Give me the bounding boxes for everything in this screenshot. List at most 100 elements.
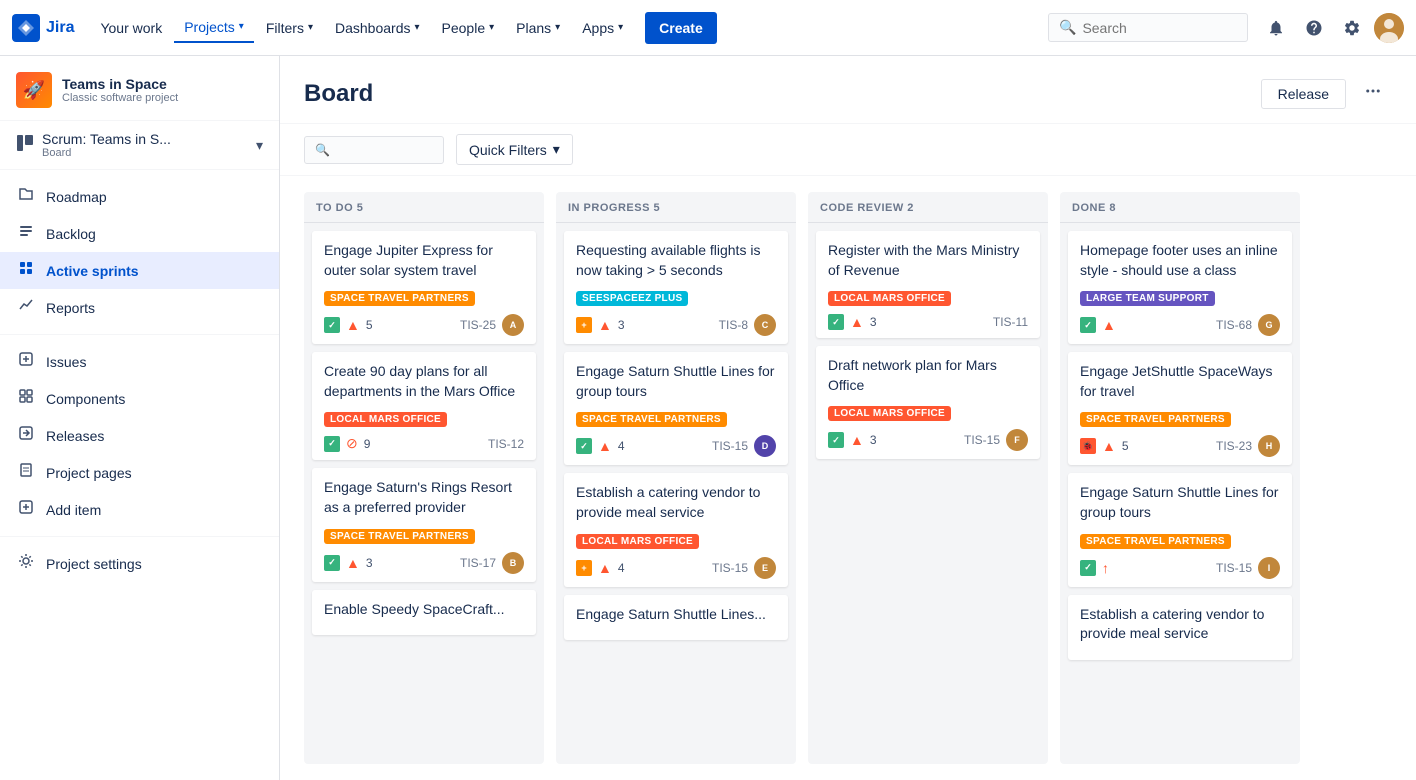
user-avatar[interactable] (1374, 13, 1404, 43)
releases-icon (16, 425, 36, 446)
sidebar-item-active-sprints[interactable]: Active sprints (0, 252, 279, 289)
notifications-icon[interactable] (1260, 12, 1292, 44)
add-item-icon (16, 499, 36, 520)
issue-type-icon: ✓ (324, 317, 340, 333)
release-button[interactable]: Release (1261, 79, 1346, 109)
table-row[interactable]: Establish a catering vendor to provide m… (564, 473, 788, 586)
table-row[interactable]: Engage Saturn Shuttle Lines for group to… (564, 352, 788, 465)
issue-type-icon: ✓ (324, 436, 340, 452)
project-info: Teams in Space Classic software project (62, 76, 178, 104)
board-search-icon: 🔍 (315, 143, 330, 157)
main-content: Board Release 🔍 Quick Filters ▾ (280, 56, 1416, 780)
table-row[interactable]: Engage Saturn Shuttle Lines for group to… (1068, 473, 1292, 586)
sidebar-divider-2 (0, 536, 279, 537)
sidebar-item-project-pages[interactable]: Project pages (0, 454, 279, 491)
sidebar-item-reports[interactable]: Reports (0, 289, 279, 326)
settings-icon[interactable] (1336, 12, 1368, 44)
card-title: Engage Saturn Shuttle Lines for group to… (1080, 483, 1280, 522)
priority-icon: ▲ (1102, 317, 1116, 333)
priority-icon: ▲ (598, 438, 612, 454)
table-row[interactable]: Create 90 day plans for all departments … (312, 352, 536, 460)
table-row[interactable]: Enable Speedy SpaceCraft... (312, 590, 536, 636)
active-sprints-icon (16, 260, 36, 281)
issue-id: TIS-8 (719, 318, 748, 332)
table-row[interactable]: Register with the Mars Ministry of Reven… (816, 231, 1040, 338)
search-box[interactable]: 🔍 (1048, 13, 1248, 42)
priority-icon: ▲ (346, 555, 360, 571)
sidebar-item-add-item[interactable]: Add item (0, 491, 279, 528)
column-cards-codereview: Register with the Mars Ministry of Reven… (808, 223, 1048, 764)
board-column-todo: TO DO 5 Engage Jupiter Express for outer… (304, 192, 544, 764)
jira-logo[interactable]: Jira (12, 14, 74, 42)
avatar: G (1258, 314, 1280, 336)
avatar: H (1258, 435, 1280, 457)
issue-type-icon: ✓ (576, 438, 592, 454)
priority-icon: ▲ (850, 432, 864, 448)
issue-type-icon: ✓ (828, 314, 844, 330)
table-row[interactable]: Engage JetShuttle SpaceWays for travel S… (1068, 352, 1292, 465)
search-input[interactable] (1082, 20, 1237, 36)
filters-nav[interactable]: Filters ▾ (256, 14, 323, 42)
issue-type-icon: ✓ (324, 555, 340, 571)
issue-id: TIS-17 (460, 556, 496, 570)
card-footer: 🐞 ▲ 5 TIS-23 H (1080, 435, 1280, 457)
board-area: TO DO 5 Engage Jupiter Express for outer… (280, 176, 1416, 780)
board-column-codereview: CODE REVIEW 2 Register with the Mars Min… (808, 192, 1048, 764)
table-row[interactable]: Requesting available flights is now taki… (564, 231, 788, 344)
projects-nav[interactable]: Projects ▾ (174, 13, 254, 43)
sidebar-item-releases[interactable]: Releases (0, 417, 279, 454)
dashboards-nav[interactable]: Dashboards ▾ (325, 14, 430, 42)
card-title: Engage Jupiter Express for outer solar s… (324, 241, 524, 280)
people-nav[interactable]: People ▾ (432, 14, 505, 42)
board-header: Board Release (280, 56, 1416, 124)
column-header-todo: TO DO 5 (304, 192, 544, 223)
backlog-icon (16, 223, 36, 244)
top-navigation: Jira Your work Projects ▾ Filters ▾ Dash… (0, 0, 1416, 56)
sidebar-item-roadmap[interactable]: Roadmap (0, 178, 279, 215)
avatar: B (502, 552, 524, 574)
card-tag: SPACE TRAVEL PARTNERS (576, 412, 727, 427)
people-chevron-icon: ▾ (489, 22, 494, 33)
table-row[interactable]: Draft network plan for Mars Office LOCAL… (816, 346, 1040, 459)
filters-chevron-icon: ▾ (308, 22, 313, 33)
card-title: Establish a catering vendor to provide m… (576, 483, 776, 522)
plans-nav[interactable]: Plans ▾ (506, 14, 570, 42)
issue-id: TIS-12 (488, 437, 524, 451)
your-work-nav[interactable]: Your work (90, 14, 172, 42)
active-sprints-label: Active sprints (46, 263, 139, 279)
releases-label: Releases (46, 428, 104, 444)
table-row[interactable]: Engage Saturn Shuttle Lines... (564, 595, 788, 641)
sidebar-item-components[interactable]: Components (0, 380, 279, 417)
project-header: 🚀 Teams in Space Classic software projec… (0, 56, 279, 121)
apps-nav[interactable]: Apps ▾ (572, 14, 633, 42)
table-row[interactable]: Homepage footer uses an inline style - s… (1068, 231, 1292, 344)
table-row[interactable]: Establish a catering vendor to provide m… (1068, 595, 1292, 660)
column-cards-done: Homepage footer uses an inline style - s… (1060, 223, 1300, 764)
quick-filters-button[interactable]: Quick Filters ▾ (456, 134, 573, 165)
sidebar-item-issues[interactable]: Issues (0, 343, 279, 380)
card-title: Engage JetShuttle SpaceWays for travel (1080, 362, 1280, 401)
issue-id: TIS-15 (1216, 561, 1252, 575)
create-button[interactable]: Create (645, 12, 717, 44)
board-search-input[interactable] (336, 142, 433, 158)
roadmap-icon (16, 186, 36, 207)
more-options-button[interactable] (1354, 76, 1392, 111)
board-icon (16, 134, 34, 157)
sidebar-item-project-settings[interactable]: Project settings (0, 545, 279, 582)
priority-icon: ▲ (1102, 438, 1116, 454)
app-layout: 🚀 Teams in Space Classic software projec… (0, 56, 1416, 780)
card-title: Establish a catering vendor to provide m… (1080, 605, 1280, 644)
card-tag: SPACE TRAVEL PARTNERS (1080, 534, 1231, 549)
table-row[interactable]: Engage Saturn's Rings Resort as a prefer… (312, 468, 536, 581)
filter-bar: 🔍 Quick Filters ▾ (280, 124, 1416, 176)
board-selector[interactable]: Scrum: Teams in S... Board ▾ (0, 121, 279, 170)
help-icon[interactable] (1298, 12, 1330, 44)
card-tag: SEESPACEEZ PLUS (576, 291, 688, 306)
sidebar-item-backlog[interactable]: Backlog (0, 215, 279, 252)
issue-type-icon: 🐞 (1080, 438, 1096, 454)
table-row[interactable]: Engage Jupiter Express for outer solar s… (312, 231, 536, 344)
board-search[interactable]: 🔍 (304, 136, 444, 164)
story-points: 4 (618, 439, 625, 453)
story-points: 3 (618, 318, 625, 332)
dashboards-chevron-icon: ▾ (414, 22, 419, 33)
